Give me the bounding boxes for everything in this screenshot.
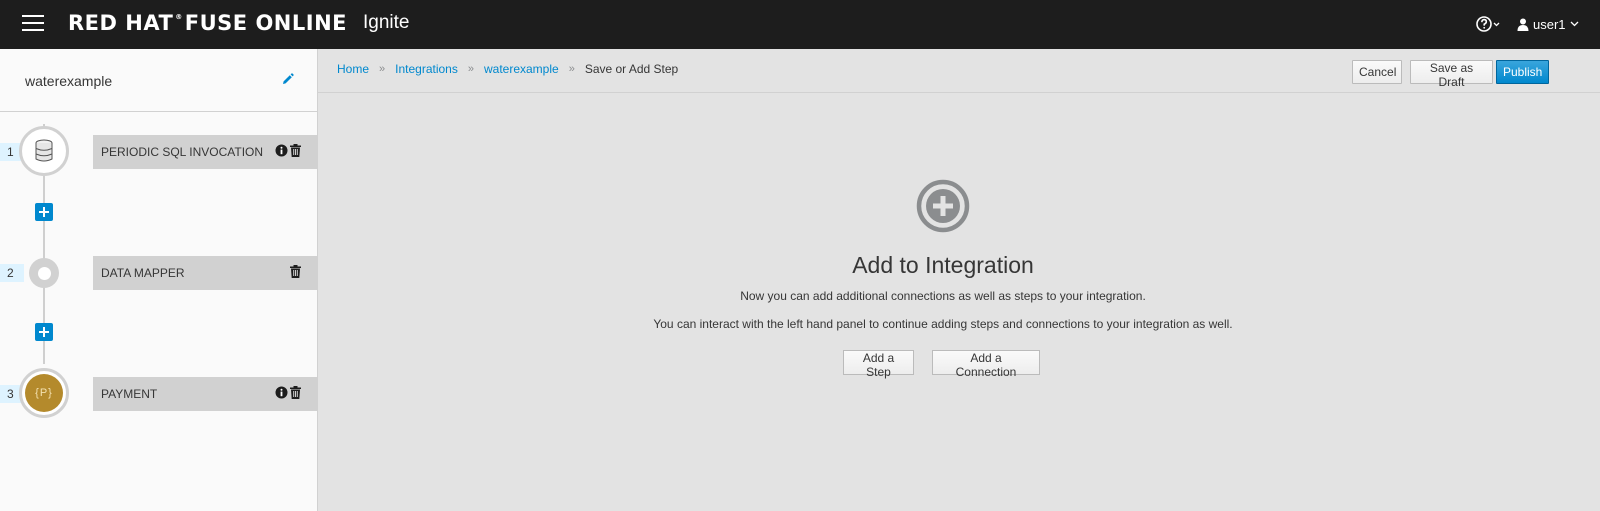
empty-state-title: Add to Integration: [852, 252, 1034, 278]
add-connection-button[interactable]: Add a Connection: [932, 350, 1040, 379]
save-as-draft-button[interactable]: Save as Draft: [1410, 60, 1493, 89]
top-navbar: RED HAT ®FUSE ONLINE Ignite user1: [0, 0, 1600, 49]
empty-state-text: Now you can add additional connections a…: [740, 289, 1146, 303]
publish-button[interactable]: Publish: [1496, 60, 1549, 84]
plus-circle-icon: [916, 179, 970, 233]
brand-logo: RED HAT ®FUSE ONLINE: [68, 11, 347, 35]
step-1-icon[interactable]: [19, 126, 69, 176]
breadcrumb-separator: »: [379, 63, 386, 75]
step-3-icon[interactable]: {P}: [19, 368, 69, 418]
step-2-icon[interactable]: [29, 258, 59, 288]
info-icon[interactable]: [275, 144, 288, 157]
api-badge-icon: {P}: [25, 374, 63, 412]
breadcrumb-separator: »: [467, 63, 474, 75]
user-menu[interactable]: user1: [1517, 15, 1579, 33]
info-icon[interactable]: [275, 386, 288, 399]
cancel-button[interactable]: Cancel: [1352, 60, 1402, 84]
hamburger-icon[interactable]: [22, 15, 44, 32]
breadcrumb-current: Save or Add Step: [584, 62, 679, 76]
step-label: PERIODIC SQL INVOCATION: [101, 145, 264, 159]
step-label: DATA MAPPER: [101, 266, 185, 280]
mapper-dot-icon: [37, 266, 51, 280]
breadcrumb-integrations[interactable]: Integrations: [395, 62, 458, 76]
integration-name-header: waterexample: [0, 49, 317, 112]
add-step-button[interactable]: [35, 203, 53, 221]
product-name: Ignite: [363, 12, 410, 33]
brand-name: RED HAT: [68, 11, 174, 35]
trash-icon[interactable]: [290, 386, 301, 399]
trash-icon[interactable]: [290, 265, 301, 278]
step-1-label-bar[interactable]: PERIODIC SQL INVOCATION: [93, 135, 318, 169]
page-toolbar: Home » Integrations » waterexample » Sav…: [318, 49, 1600, 93]
step-3-label-bar[interactable]: PAYMENT: [93, 377, 318, 411]
breadcrumb-separator: »: [568, 63, 575, 75]
pencil-icon[interactable]: [281, 73, 294, 86]
step-actions: [275, 144, 301, 157]
brand-suffix: FUSE ONLINE: [184, 11, 348, 35]
step-actions: [290, 265, 301, 278]
step-actions: [275, 386, 301, 399]
empty-state-text: You can interact with the left hand pane…: [653, 317, 1233, 331]
brand-registered-mark: ®: [175, 13, 183, 21]
help-menu[interactable]: [1476, 15, 1500, 33]
step-number: 2: [0, 264, 24, 282]
breadcrumb: Home » Integrations » waterexample » Sav…: [337, 62, 678, 76]
step-label: PAYMENT: [101, 387, 158, 401]
trash-icon[interactable]: [290, 144, 301, 157]
question-circle-icon: [1476, 16, 1500, 32]
integration-name: waterexample: [25, 73, 113, 89]
add-step-button[interactable]: [35, 323, 53, 341]
user-icon: [1517, 18, 1529, 31]
chevron-down-icon: [1570, 21, 1578, 27]
add-step-action-button[interactable]: Add a Step: [843, 350, 914, 379]
username: user1: [1533, 16, 1566, 32]
breadcrumb-integration[interactable]: waterexample: [484, 62, 559, 76]
database-icon: [35, 139, 53, 162]
breadcrumb-home[interactable]: Home: [337, 62, 369, 76]
step-2-label-bar[interactable]: DATA MAPPER: [93, 256, 318, 290]
